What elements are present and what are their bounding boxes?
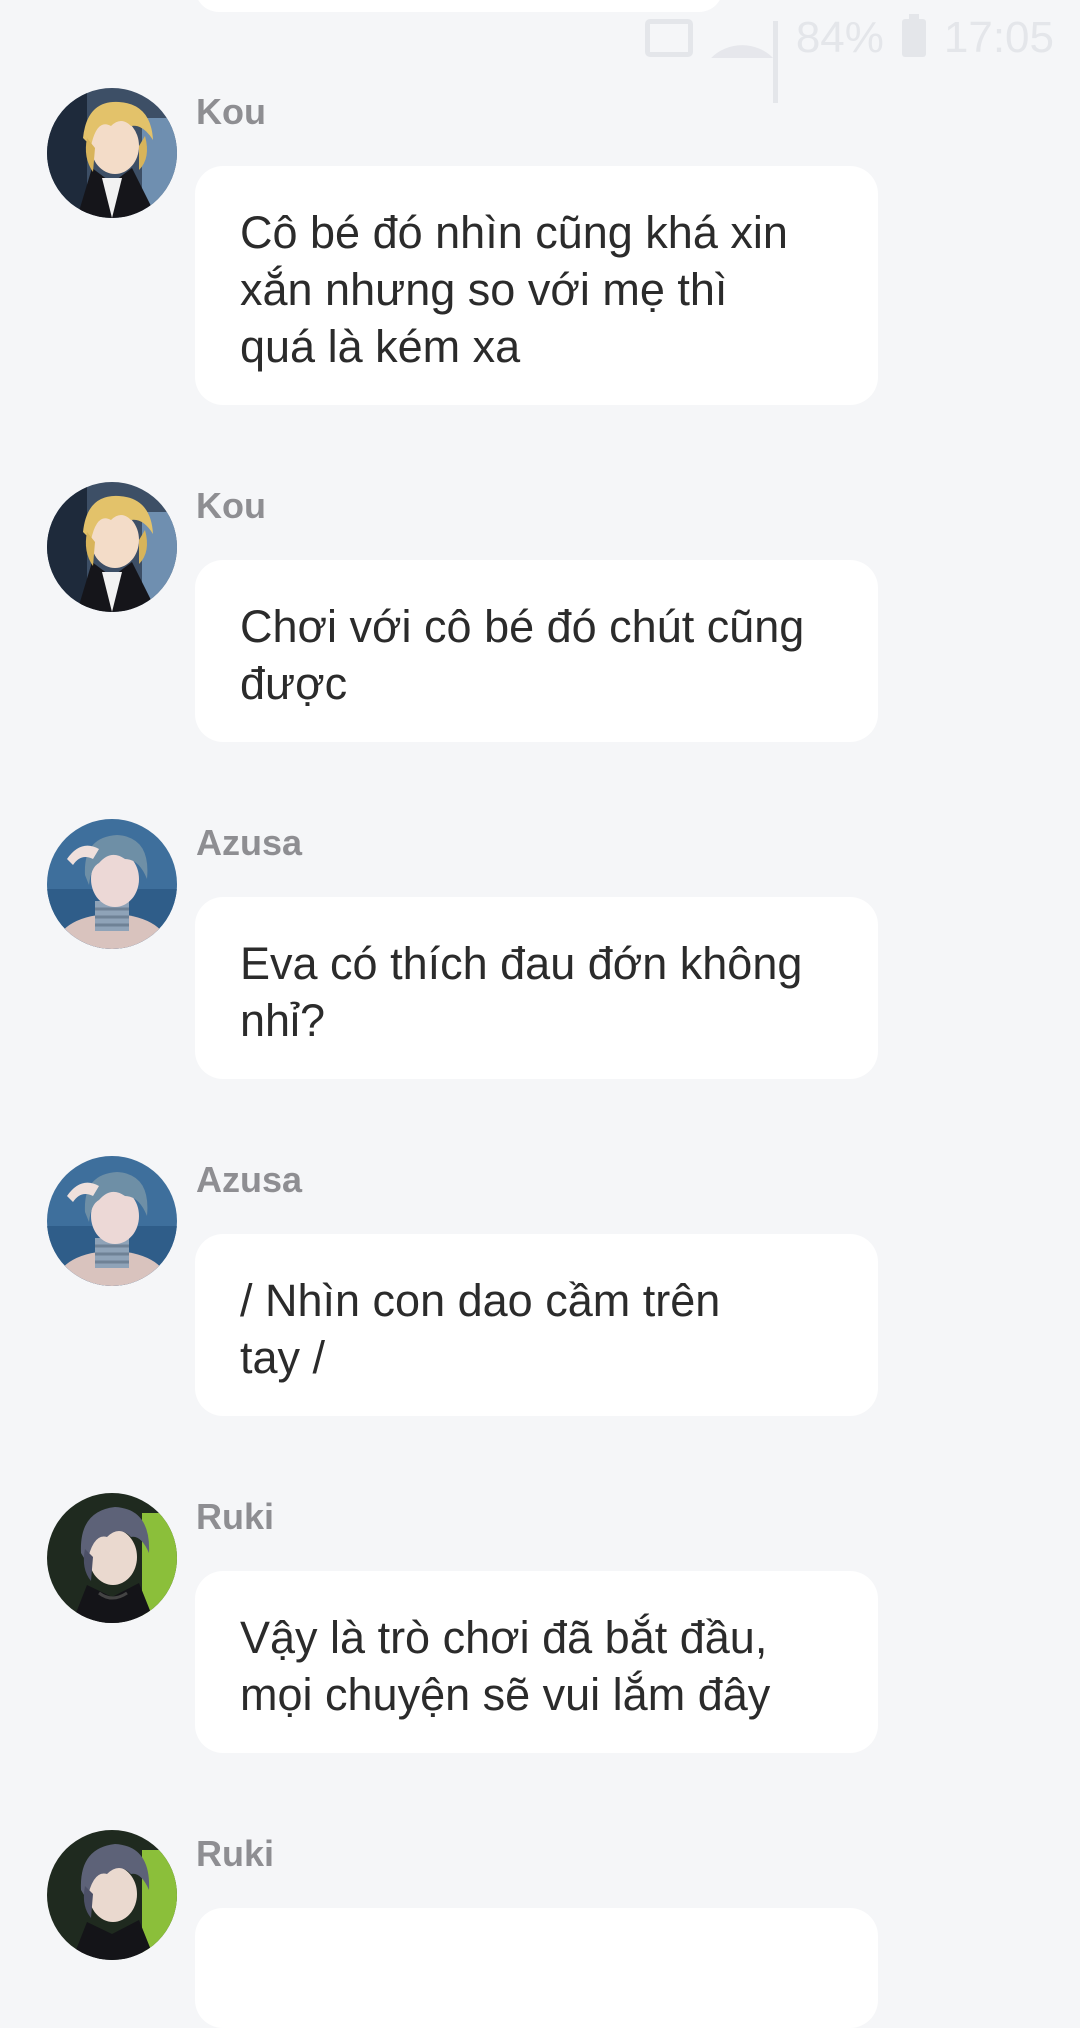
- clock: 17:05: [943, 13, 1054, 62]
- cast-icon: [644, 19, 693, 57]
- signal-icon: [772, 21, 778, 103]
- wifi-icon: [711, 18, 755, 58]
- avatar[interactable]: [47, 88, 177, 218]
- message-bubble-partial[interactable]: [195, 0, 723, 12]
- message-bubble[interactable]: Chơi với cô bé đó chút cũng được: [195, 560, 878, 742]
- sender-name: Azusa: [196, 1159, 303, 1200]
- status-bar: 84% 17:05: [644, 10, 1054, 103]
- sender-name: Kou: [196, 91, 266, 132]
- sender-name: Kou: [196, 485, 266, 526]
- azusa-avatar-icon: [47, 819, 177, 949]
- message-bubble[interactable]: Eva có thích đau đớn không nhỉ?: [195, 897, 878, 1079]
- kou-avatar-icon: [47, 88, 177, 218]
- battery-percent: 84%: [795, 13, 884, 62]
- avatar[interactable]: [47, 1493, 177, 1623]
- message-bubble[interactable]: Cô bé đó nhìn cũng khá xin xắn nhưng so …: [195, 166, 878, 405]
- ruki-avatar-icon: [47, 1493, 177, 1623]
- sender-name: Ruki: [196, 1496, 275, 1537]
- battery-icon: [901, 14, 926, 57]
- avatar[interactable]: [47, 1156, 177, 1286]
- message-bubble[interactable]: / Nhìn con dao cầm trên tay /: [195, 1234, 878, 1416]
- avatar[interactable]: [47, 1830, 177, 1960]
- avatar[interactable]: [47, 482, 177, 612]
- kou-avatar-icon: [47, 482, 177, 612]
- message-bubble[interactable]: [195, 1908, 878, 2028]
- ruki-avatar-icon: [47, 1830, 177, 1960]
- avatar[interactable]: [47, 819, 177, 949]
- sender-name: Ruki: [196, 1833, 275, 1874]
- sender-name: Azusa: [196, 822, 303, 863]
- message-bubble[interactable]: Vậy là trò chơi đã bắt đầu, mọi chuyện s…: [195, 1571, 878, 1753]
- azusa-avatar-icon: [47, 1156, 177, 1286]
